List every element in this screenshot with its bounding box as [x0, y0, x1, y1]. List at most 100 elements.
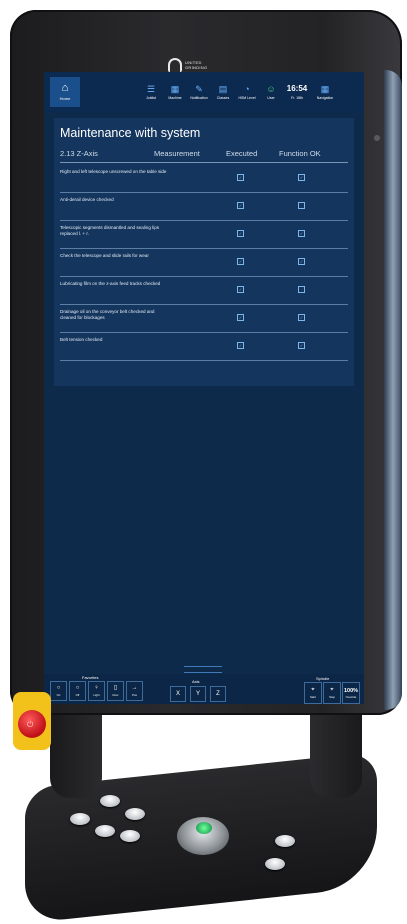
checklist-item-label: Telescopic segments dismantled and seali…	[60, 225, 160, 236]
col-executed: Executed	[226, 149, 258, 158]
home-icon: ⌂	[61, 82, 69, 94]
user-icon: ☺	[266, 84, 276, 94]
gauge-icon: ◔	[244, 84, 250, 94]
hardware-key[interactable]	[70, 813, 90, 825]
checklist-row: Drainage oil on the conveyor belt checke…	[60, 304, 348, 333]
spindle-start-label: Start	[310, 695, 316, 699]
fav-door-button[interactable]: ▯ Door	[107, 681, 124, 701]
executed-checkbox[interactable]: ✓	[237, 202, 244, 209]
executed-checkbox[interactable]: ✓	[237, 342, 244, 349]
nav-notification[interactable]: ✎ Notification	[188, 84, 210, 100]
nav-navigation[interactable]: ▦ Navigation	[312, 84, 338, 100]
nav-user-label: User	[267, 96, 275, 100]
checklist-row: Telescopic segments dismantled and seali…	[60, 220, 348, 249]
executed-checkbox[interactable]: ✓	[237, 230, 244, 237]
spindle-title: Spindle	[316, 676, 330, 681]
brand-logo: UNITED GRINDING	[168, 58, 211, 72]
executed-checkbox[interactable]: ✓	[237, 258, 244, 265]
bottom-bar: Favorites ○ On ○ Off ♀ Light ▯ Door → Po…	[44, 674, 364, 704]
power-icon: ⏻	[27, 720, 34, 729]
fav-light-button[interactable]: ♀ Light	[88, 681, 105, 701]
drawer-handle[interactable]	[184, 666, 222, 673]
nav-machine[interactable]: ▦ Machine	[164, 84, 186, 100]
col-function-ok: Function OK	[279, 149, 321, 158]
checklist-row: Anti-derail device checked ✓	[60, 192, 348, 221]
executed-checkbox[interactable]: ✓	[237, 174, 244, 181]
clock: 16:54 Fr. 18th	[284, 84, 310, 100]
override-label: Override	[345, 694, 357, 699]
override-value: 100%	[343, 687, 359, 694]
function-ok-checkbox[interactable]	[298, 202, 305, 209]
favorites-title: Favorites	[82, 675, 99, 680]
nav-notification-label: Notification	[190, 96, 208, 100]
home-label: Home	[59, 96, 71, 101]
grid-icon: ▦	[320, 84, 330, 94]
header-divider	[60, 162, 348, 163]
hardware-key[interactable]	[275, 835, 295, 847]
nav-joblist[interactable]: ☰ Joblist	[140, 84, 162, 100]
fav-label: Off	[75, 693, 80, 697]
clock-time: 16:54	[286, 84, 308, 93]
nav-user[interactable]: ☺ User	[260, 84, 282, 100]
nav-hsm-label: HSM Level	[238, 96, 256, 100]
axis-x-button[interactable]: X	[170, 686, 186, 702]
nav-classes[interactable]: ▤ Classes	[212, 84, 234, 100]
nav-navigation-label: Navigation	[316, 96, 334, 100]
hardware-key[interactable]	[125, 808, 145, 820]
checklist-row: Check the telescope and slide rails for …	[60, 248, 348, 277]
checklist-item-label: Check the telescope and slide rails for …	[60, 253, 149, 258]
function-ok-checkbox[interactable]: ✓	[298, 174, 305, 181]
maintenance-panel: Maintenance with system 2.13 Z-Axis Meas…	[54, 118, 354, 386]
door-icon: ▯	[113, 685, 118, 691]
home-button[interactable]: ⌂ Home	[50, 77, 80, 107]
left-handle	[50, 710, 102, 798]
checklist-row: Belt tension checked ✓ ✓	[60, 332, 348, 361]
col-measurement: Measurement	[154, 149, 200, 158]
executed-checkbox[interactable]: ✓	[237, 314, 244, 321]
notification-icon: ✎	[195, 84, 203, 94]
function-ok-checkbox[interactable]: ✓	[298, 230, 305, 237]
hardware-key[interactable]	[95, 825, 115, 837]
spindle-stop-button[interactable]: ⌖ Stop	[323, 682, 341, 704]
fav-label: Door	[112, 693, 119, 697]
axis-y-button[interactable]: Y	[190, 686, 206, 702]
fav-label: Pos	[132, 693, 137, 697]
checklist-row: Right and left telescope unscrewed on th…	[60, 164, 348, 193]
top-bar: ⌂ Home ☰ Joblist ▦ Machine ✎ Notificatio…	[44, 72, 364, 112]
checklist-item-label: Anti-derail device checked	[60, 197, 114, 202]
executed-checkbox[interactable]: ✓	[237, 286, 244, 293]
fav-off-button[interactable]: ○ Off	[69, 681, 86, 701]
nav-hsm-level[interactable]: ◔ HSM Level	[236, 84, 258, 100]
top-nav: ☰ Joblist ▦ Machine ✎ Notification ▤ Cla…	[140, 84, 338, 100]
checklist-row: Lubricating film on the z-axis feed trac…	[60, 276, 348, 305]
clock-date: Fr. 18th	[291, 96, 303, 100]
function-ok-checkbox[interactable]: ✓	[298, 258, 305, 265]
checklist-item-label: Lubricating film on the z-axis feed trac…	[60, 281, 161, 286]
fav-label: On	[56, 693, 61, 697]
function-ok-checkbox[interactable]: ✓	[298, 314, 305, 321]
machine-icon: ▦	[170, 84, 180, 94]
spindle-stop-label: Stop	[329, 695, 335, 699]
axis-z-button[interactable]: Z	[210, 686, 226, 702]
nav-joblist-label: Joblist	[146, 96, 156, 100]
spindle-start-button[interactable]: ⌖ Start	[304, 682, 322, 704]
hardware-key[interactable]	[100, 795, 120, 807]
hardware-key[interactable]	[265, 858, 285, 870]
side-light-strip	[384, 70, 402, 710]
function-ok-checkbox[interactable]: ✓	[298, 342, 305, 349]
spindle-icon: ⌖	[330, 687, 334, 693]
arrow-icon: →	[131, 685, 138, 691]
joblist-icon: ☰	[146, 84, 156, 94]
fav-pos-button[interactable]: → Pos	[126, 681, 143, 701]
fav-on-button[interactable]: ○ On	[50, 681, 67, 701]
function-ok-checkbox[interactable]	[298, 286, 305, 293]
clipboard-icon: ▤	[218, 84, 228, 94]
section-heading: 2.13 Z-Axis	[60, 149, 98, 158]
camera-dot	[374, 135, 380, 141]
hardware-key[interactable]	[120, 830, 140, 842]
logo-icon	[168, 58, 182, 72]
nav-classes-label: Classes	[216, 96, 230, 100]
checklist-item-label: Right and left telescope unscrewed on th…	[60, 169, 167, 174]
override-button[interactable]: 100% Override	[342, 682, 360, 704]
axis-title: Axis	[192, 679, 200, 684]
